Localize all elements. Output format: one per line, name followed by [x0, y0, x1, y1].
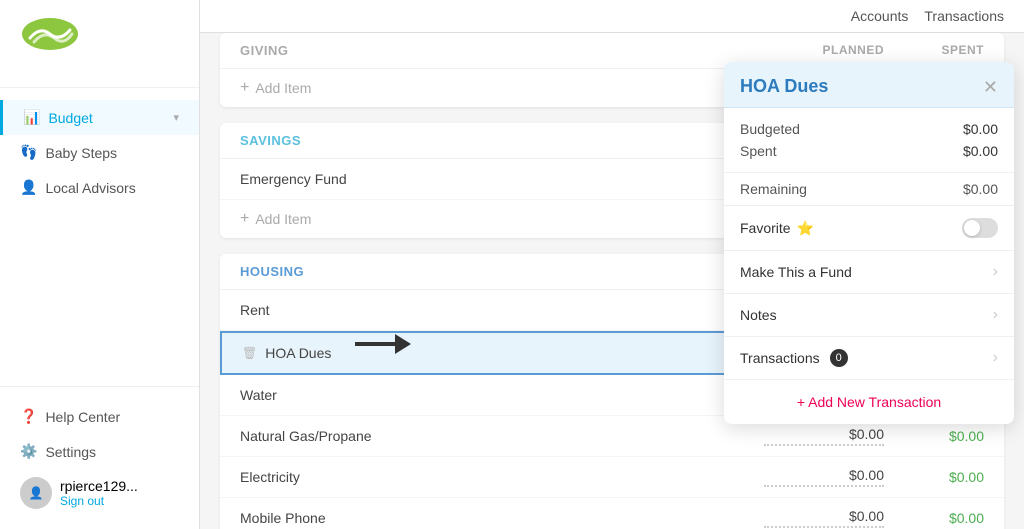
electricity-spent: $0.00 [884, 469, 984, 485]
plus-icon: + [240, 79, 249, 97]
accounts-link[interactable]: Accounts [851, 8, 909, 24]
favorite-toggle[interactable] [962, 218, 998, 238]
avatar: 👤 [20, 477, 52, 509]
mobile-planned: $0.00 [764, 508, 884, 528]
housing-row-electricity[interactable]: Electricity $0.00 $0.00 [220, 457, 1004, 498]
gas-planned: $0.00 [764, 426, 884, 446]
sidebar-nav: 📊 Budget ▾ 👣 Baby Steps 👤 Local Advisors [0, 88, 199, 386]
sidebar-item-baby-steps[interactable]: 👣 Baby Steps [0, 135, 199, 170]
arrow-indicator [355, 334, 411, 354]
close-icon[interactable]: ✕ [983, 78, 998, 96]
rent-name: Rent [240, 302, 764, 318]
sidebar-item-budget-label: Budget [48, 110, 92, 126]
transactions-badge: 0 [830, 349, 848, 367]
panel-title: HOA Dues [740, 76, 828, 97]
app-logo [20, 16, 80, 64]
transactions-label-text: Transactions [740, 350, 820, 366]
user-info: rpierce129... Sign out [60, 478, 138, 508]
transactions-chevron-icon: › [993, 349, 998, 367]
add-transaction-label: + Add New Transaction [797, 394, 941, 410]
transactions-label: Transactions 0 [740, 349, 848, 367]
logo [0, 0, 199, 88]
sidebar-item-baby-steps-label: Baby Steps [45, 145, 117, 161]
water-name: Water [240, 387, 764, 403]
sign-out-link[interactable]: Sign out [60, 494, 138, 508]
add-transaction-button[interactable]: + Add New Transaction [724, 380, 1014, 424]
advisors-icon: 👤 [20, 179, 37, 196]
gas-name: Natural Gas/Propane [240, 428, 764, 444]
settings-icon: ⚙️ [20, 443, 37, 460]
plus-icon-savings: + [240, 210, 249, 228]
giving-spent-col: SPENT [884, 43, 984, 58]
delete-icon[interactable]: 🗑 [242, 346, 257, 360]
sidebar-item-settings[interactable]: ⚙️ Settings [0, 434, 199, 469]
spent-label: Spent [740, 143, 777, 159]
panel-header: HOA Dues ✕ [724, 62, 1014, 108]
spent-row: Spent $0.00 [740, 140, 998, 162]
sidebar-item-budget[interactable]: 📊 Budget ▾ [0, 100, 199, 135]
chevron-down-icon: ▾ [173, 111, 179, 124]
savings-row-name: Emergency Fund [240, 171, 764, 187]
notes-chevron-icon: › [993, 306, 998, 324]
mobile-name: Mobile Phone [240, 510, 764, 526]
favorite-label-text: Favorite [740, 220, 791, 236]
arrow-body [355, 342, 395, 346]
baby-steps-icon: 👣 [20, 144, 37, 161]
housing-title: HOUSING [240, 264, 764, 279]
chevron-right-icon: › [993, 263, 998, 281]
main-content: Accounts Transactions GIVING PLANNED SPE… [200, 0, 1024, 529]
sidebar: 📊 Budget ▾ 👣 Baby Steps 👤 Local Advisors… [0, 0, 200, 529]
giving-title: GIVING [240, 43, 764, 58]
sidebar-item-local-advisors[interactable]: 👤 Local Advisors [0, 170, 199, 205]
sidebar-item-help[interactable]: ❓ Help Center [0, 399, 199, 434]
electricity-planned: $0.00 [764, 467, 884, 487]
remaining-value: $0.00 [963, 181, 998, 197]
sidebar-item-help-label: Help Center [45, 409, 120, 425]
gas-spent: $0.00 [884, 428, 984, 444]
make-fund-label: Make This a Fund [740, 264, 852, 280]
sidebar-item-local-advisors-label: Local Advisors [45, 180, 135, 196]
panel-amounts-section: Budgeted $0.00 Spent $0.00 [724, 108, 1014, 173]
favorite-row[interactable]: Favorite ⭐ [724, 206, 1014, 251]
hoa-name: 🗑 HOA Dues [242, 345, 762, 361]
remaining-section: Remaining $0.00 [724, 173, 1014, 206]
transactions-row[interactable]: Transactions 0 › [724, 337, 1014, 380]
notes-row[interactable]: Notes › [724, 294, 1014, 337]
hoa-panel: HOA Dues ✕ Budgeted $0.00 Spent $0.00 Re… [724, 62, 1014, 424]
giving-planned-col: PLANNED [764, 43, 884, 58]
budget-icon: 📊 [23, 109, 40, 126]
arrow-head [395, 334, 411, 354]
top-bar: Accounts Transactions [200, 0, 1024, 33]
user-section: 👤 rpierce129... Sign out [0, 469, 199, 517]
make-fund-row[interactable]: Make This a Fund › [724, 251, 1014, 294]
transactions-link[interactable]: Transactions [924, 8, 1004, 24]
user-name: rpierce129... [60, 478, 138, 494]
help-icon: ❓ [20, 408, 37, 425]
star-icon: ⭐ [797, 220, 814, 237]
toggle-thumb [964, 220, 980, 236]
electricity-name: Electricity [240, 469, 764, 485]
budgeted-value: $0.00 [963, 121, 998, 137]
housing-row-mobile[interactable]: Mobile Phone $0.00 $0.00 [220, 498, 1004, 529]
favorite-label: Favorite ⭐ [740, 220, 814, 237]
savings-title: SAVINGS [240, 133, 764, 148]
giving-add-item-label: Add Item [255, 80, 311, 96]
sidebar-item-settings-label: Settings [45, 444, 96, 460]
budgeted-row: Budgeted $0.00 [740, 118, 998, 140]
mobile-spent: $0.00 [884, 510, 984, 526]
sidebar-bottom: ❓ Help Center ⚙️ Settings 👤 rpierce129..… [0, 386, 199, 529]
panel-body: Budgeted $0.00 Spent $0.00 Remaining $0.… [724, 108, 1014, 424]
remaining-label: Remaining [740, 181, 807, 197]
budgeted-label: Budgeted [740, 121, 800, 137]
savings-add-item-label: Add Item [255, 211, 311, 227]
spent-value: $0.00 [963, 143, 998, 159]
notes-label: Notes [740, 307, 777, 323]
